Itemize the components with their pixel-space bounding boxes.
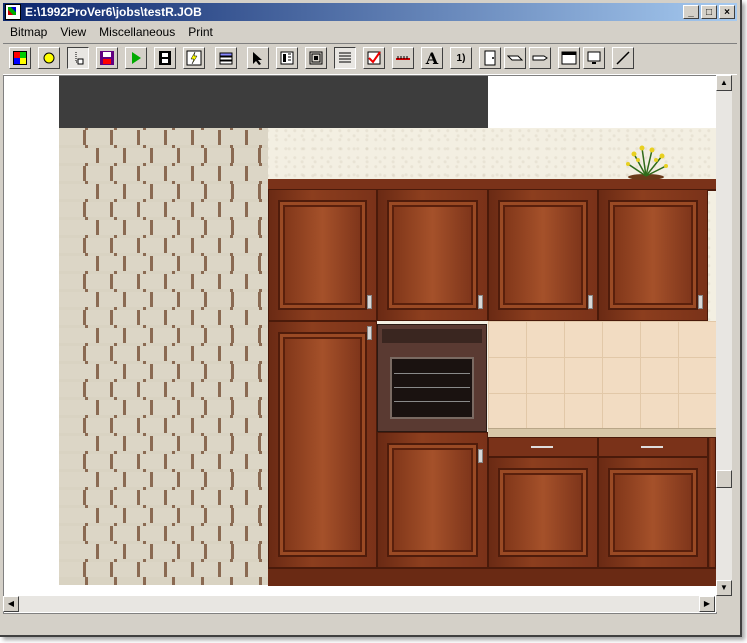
scroll-left-icon[interactable]: ◀: [3, 596, 19, 612]
menu-bitmap[interactable]: Bitmap: [3, 25, 53, 39]
upper-cabinet-4[interactable]: [598, 189, 708, 321]
window-title: E:\1992ProVer6\jobs\testR.JOB: [25, 5, 202, 19]
base-cabinet-edge: [708, 437, 716, 568]
title-bar[interactable]: E:\1992ProVer6\jobs\testR.JOB _ □ ×: [3, 3, 737, 21]
frame-icon[interactable]: [305, 47, 327, 69]
monitor-icon[interactable]: [583, 47, 605, 69]
drawing-canvas[interactable]: [3, 75, 717, 614]
numbering-icon[interactable]: 1): [450, 47, 472, 69]
wall-section-icon[interactable]: [504, 47, 526, 69]
menu-print[interactable]: Print: [181, 25, 219, 39]
lines-icon[interactable]: [334, 47, 356, 69]
base-cabinet-1[interactable]: [488, 457, 598, 568]
scroll-up-icon[interactable]: ▲: [716, 75, 732, 91]
base-cabinet-2[interactable]: [598, 457, 708, 568]
minimize-button[interactable]: _: [683, 5, 699, 19]
lightning-icon[interactable]: [183, 47, 205, 69]
vertical-scrollbar[interactable]: ▲ ▼: [716, 75, 732, 612]
maximize-button[interactable]: □: [701, 5, 717, 19]
menu-bar: Bitmap View Miscellaneous Print: [3, 22, 737, 41]
app-icon[interactable]: [5, 4, 21, 20]
scroll-right-icon[interactable]: ▶: [699, 596, 715, 612]
upper-cabinet-2[interactable]: [377, 189, 488, 321]
yellow-circle-icon[interactable]: [38, 47, 60, 69]
wall-oven[interactable]: [377, 324, 487, 432]
plant-decoration: [626, 145, 668, 180]
app-window: E:\1992ProVer6\jobs\testR.JOB _ □ × Bitm…: [0, 0, 742, 637]
ceiling-soffit: [59, 76, 488, 128]
close-button[interactable]: ×: [719, 5, 735, 19]
text-tool-label: A: [425, 48, 439, 68]
toolbar: A 1): [3, 43, 737, 75]
oven-window: [390, 357, 474, 419]
oven-control-panel: [382, 329, 482, 343]
grid-icon[interactable]: [276, 47, 298, 69]
select-arrow-icon[interactable]: [247, 47, 269, 69]
measure-icon[interactable]: [392, 47, 414, 69]
upper-cabinet-3[interactable]: [488, 189, 598, 321]
pointer-hand-icon[interactable]: [67, 47, 89, 69]
drawer-1[interactable]: [488, 437, 598, 457]
save-disk-icon[interactable]: [96, 47, 118, 69]
horizontal-scrollbar[interactable]: ◀ ▶: [3, 596, 715, 612]
door-icon[interactable]: [479, 47, 501, 69]
upper-cabinet-1[interactable]: [268, 189, 377, 321]
checklist-icon[interactable]: [363, 47, 385, 69]
scrollbar-corner: [716, 596, 732, 612]
color-palette-icon[interactable]: [9, 47, 31, 69]
wall-side-icon[interactable]: [529, 47, 551, 69]
vertical-scroll-thumb[interactable]: [716, 470, 732, 488]
menu-miscellaneous[interactable]: Miscellaneous: [92, 25, 181, 39]
play-icon[interactable]: [125, 47, 147, 69]
stack-icon[interactable]: [215, 47, 237, 69]
window-icon[interactable]: [558, 47, 580, 69]
kick-plinth: [268, 568, 716, 586]
drawer-2[interactable]: [598, 437, 708, 457]
text-A-icon[interactable]: A: [421, 47, 443, 69]
tile-backsplash: [488, 321, 716, 430]
menu-view[interactable]: View: [53, 25, 92, 39]
countertop: [488, 428, 716, 437]
numbering-tool-label: 1): [456, 52, 466, 64]
scroll-down-icon[interactable]: ▼: [716, 580, 732, 596]
film-strip-icon[interactable]: [154, 47, 176, 69]
diagonal-line-icon[interactable]: [612, 47, 634, 69]
base-cabinet-oven[interactable]: [377, 432, 488, 568]
stone-wall: [59, 128, 268, 585]
tall-pantry-cabinet[interactable]: [268, 321, 377, 568]
